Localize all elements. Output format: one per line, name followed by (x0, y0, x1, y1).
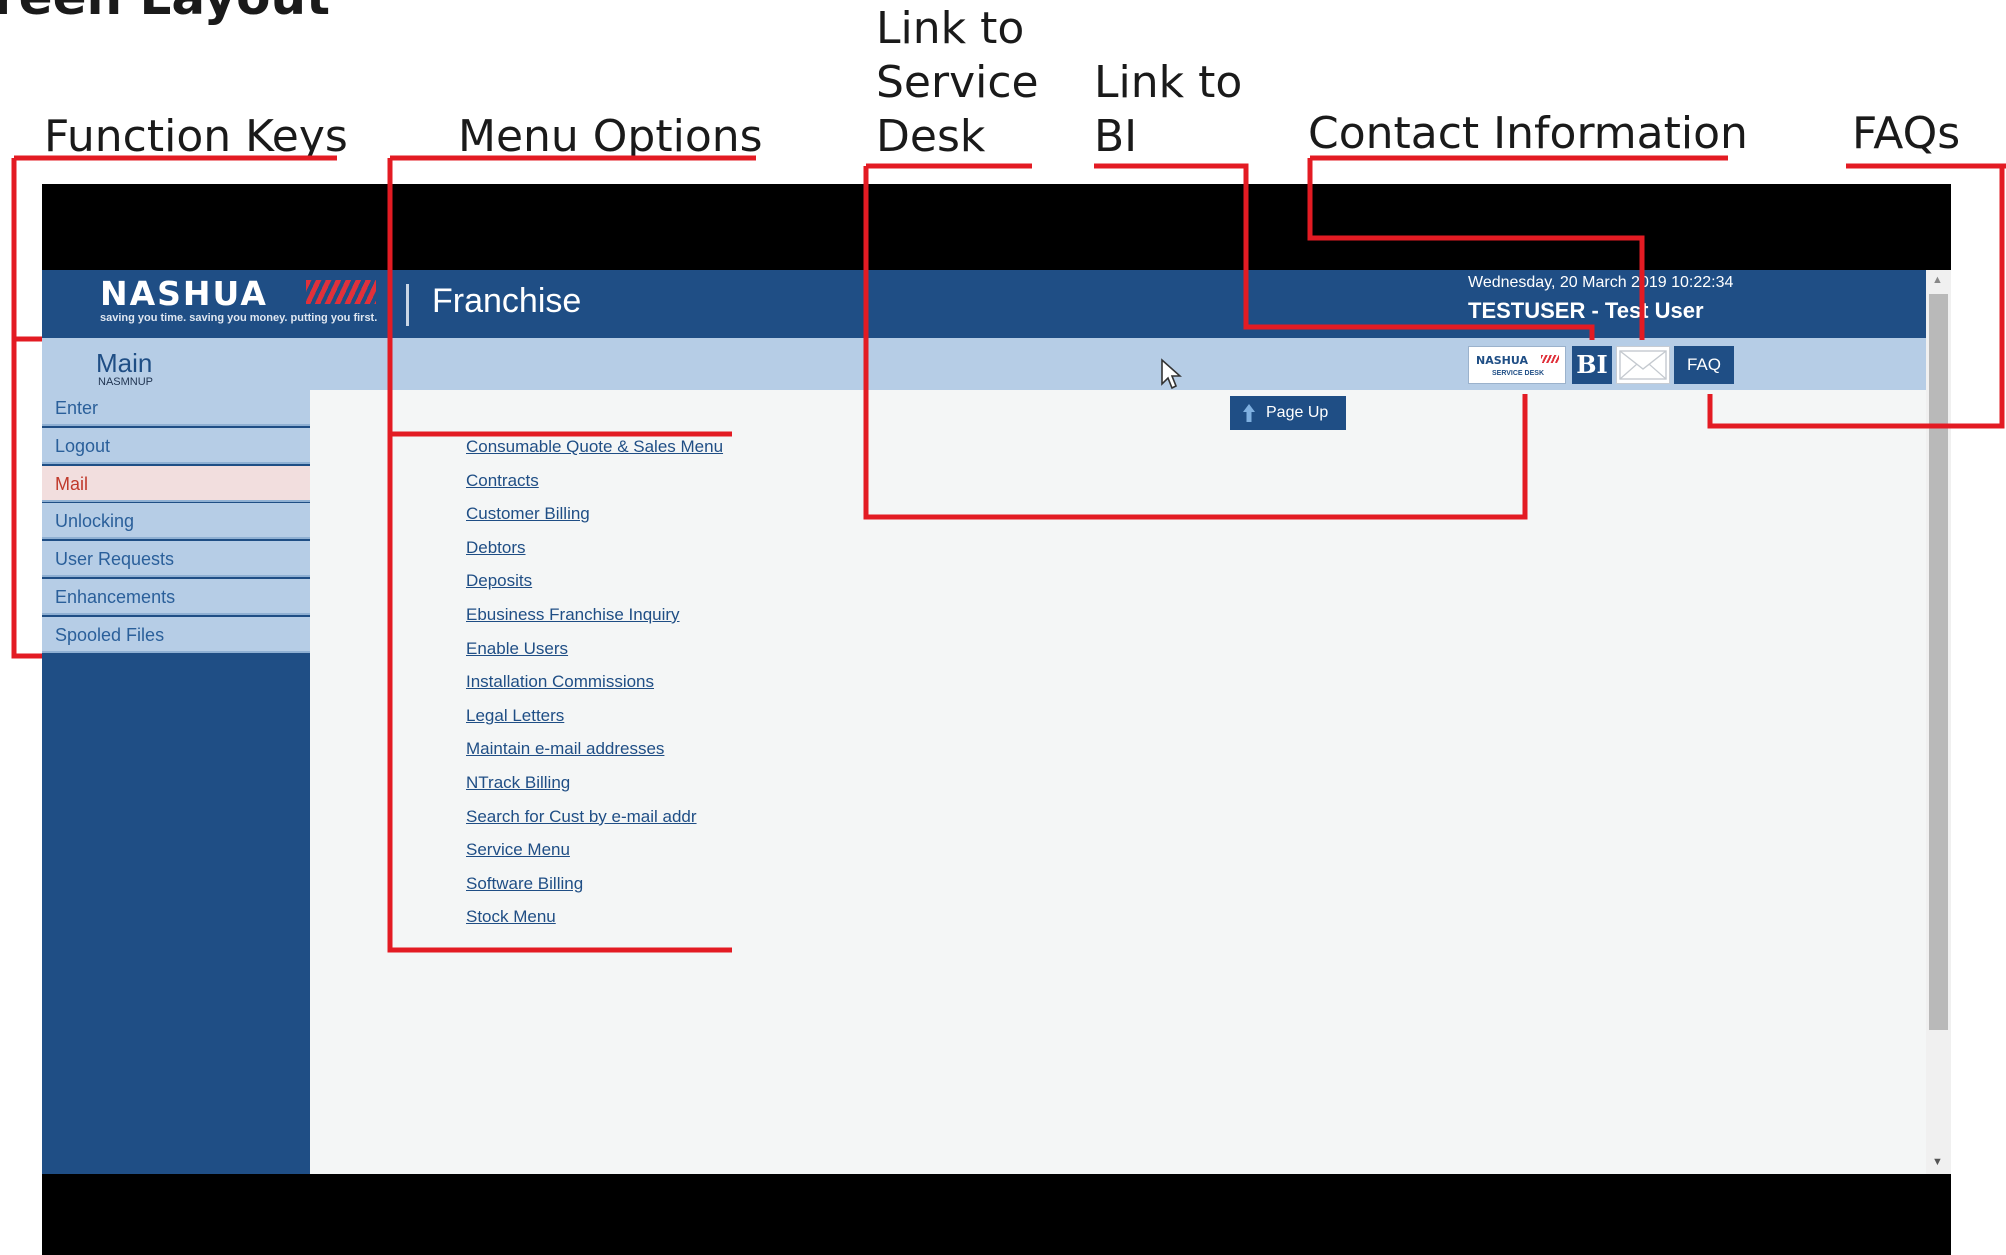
menu-option-link[interactable]: Customer Billing (466, 504, 590, 524)
menu-option-link[interactable]: Enable Users (466, 639, 568, 659)
annotation-contact-information: Contact Information (1308, 108, 1748, 159)
annotation-bi-2: BI (1094, 111, 1138, 162)
menu-option-link[interactable]: Consumable Quote & Sales Menu (466, 437, 723, 457)
page-title: Main (96, 348, 153, 378)
menu-option-link[interactable]: Legal Letters (466, 706, 564, 726)
menu-option-link[interactable]: Deposits (466, 571, 532, 591)
nashua-logo: NASHUA (100, 274, 268, 313)
annotation-menu-options: Menu Options (458, 111, 763, 162)
menu-option-link[interactable]: Installation Commissions (466, 672, 654, 692)
function-key-unlocking[interactable]: Unlocking (42, 503, 310, 540)
annotation-faqs: FAQs (1852, 108, 1961, 159)
bi-button[interactable]: BI (1572, 346, 1612, 384)
function-key-user-requests[interactable]: User Requests (42, 541, 310, 578)
menu-option-link[interactable]: Search for Cust by e-mail addr (466, 807, 697, 827)
function-key-logout[interactable]: Logout (42, 427, 310, 464)
arrow-up-icon (1243, 404, 1255, 422)
service-desk-sublabel: SERVICE DESK (1492, 370, 1544, 377)
scroll-up-icon[interactable]: ▲ (1932, 274, 1943, 286)
menu-option-link[interactable]: Stock Menu (466, 907, 556, 927)
annotation-service-desk-2: Service (876, 57, 1039, 108)
menu-option-link[interactable]: Ebusiness Franchise Inquiry (466, 605, 680, 625)
page-code: NASMNUP (98, 376, 154, 388)
menu-option-link[interactable]: Debtors (466, 538, 526, 558)
annotation-service-desk-3: Desk (876, 111, 986, 162)
envelope-icon (1619, 350, 1667, 380)
app-title: Franchise (432, 282, 582, 320)
contact-mail-button[interactable] (1616, 346, 1670, 384)
annotation-service-desk-1: Link to (876, 3, 1025, 54)
annotation-bi-1: Link to (1094, 57, 1243, 108)
scrollbar-thumb[interactable] (1929, 294, 1948, 1030)
page-up-button[interactable]: Page Up (1230, 396, 1346, 430)
menu-option-link[interactable]: NTrack Billing (466, 773, 570, 793)
annotation-function-keys: Function Keys (44, 111, 348, 162)
menu-option-link[interactable]: Software Billing (466, 874, 583, 894)
logo-stripes-icon (306, 280, 376, 304)
function-key-mail[interactable]: Mail (42, 465, 310, 502)
callout-line (11, 158, 42, 659)
service-desk-logo: NASHUA (1476, 354, 1528, 367)
page-up-label: Page Up (1266, 404, 1329, 421)
function-key-enter[interactable]: Enter (42, 390, 310, 426)
scroll-down-icon[interactable]: ▼ (1932, 1156, 1943, 1168)
header-datetime: Wednesday, 20 March 2019 10:22:34 (1468, 274, 1734, 291)
menu-option-link[interactable]: Contracts (466, 471, 539, 491)
header-user: TESTUSER - Test User (1468, 298, 1704, 323)
faq-button[interactable]: FAQ (1674, 346, 1734, 384)
mouse-cursor-icon (1161, 358, 1182, 390)
logo-tagline: saving you time. saving you money. putti… (100, 312, 378, 324)
menu-option-link[interactable]: Maintain e-mail addresses (466, 739, 664, 759)
function-key-enhancements[interactable]: Enhancements (42, 579, 310, 615)
function-key-spooled-files[interactable]: Spooled Files (42, 616, 310, 653)
menu-option-link[interactable]: Service Menu (466, 840, 570, 860)
slide-title: reen Layout (0, 0, 330, 24)
header-divider (406, 284, 409, 326)
service-desk-stripes-icon (1541, 355, 1559, 363)
